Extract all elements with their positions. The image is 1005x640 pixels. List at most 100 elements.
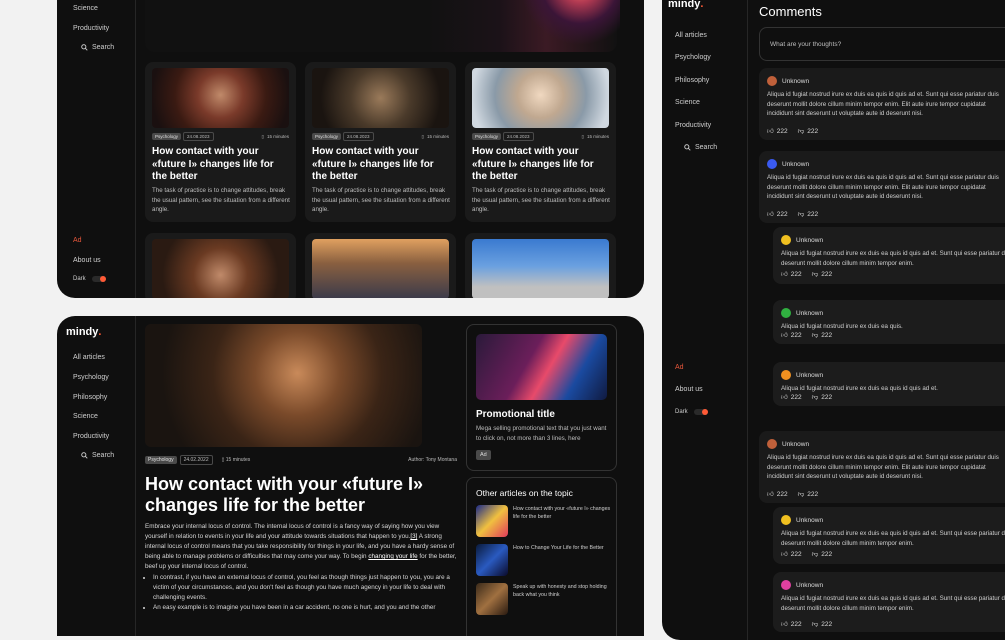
comment-item: Unknown Aliqua id fugiat nostrud irure ex…	[773, 507, 1005, 564]
sidebar-item-science[interactable]: Science	[73, 413, 98, 420]
list-item[interactable]: How contact with your «future I» changes…	[476, 505, 611, 537]
article-meta: Psychology 24.02.2022 ▯ 15 minutes Autho…	[145, 455, 457, 465]
card-title[interactable]: How contact with your «future I» changes…	[312, 146, 449, 184]
card-image	[472, 68, 609, 128]
other-articles: Other articles on the topic How contact …	[466, 477, 617, 636]
article-card[interactable]: Psychology 24.08.2023 ▯ 15 minutes How cont…	[465, 62, 616, 222]
dislike-button[interactable]: 👎︎ 222	[812, 620, 832, 629]
comment-author: Unknown	[796, 581, 824, 589]
thumbs-up-icon: 👍︎	[781, 332, 788, 339]
like-button[interactable]: 👍︎ 222	[767, 210, 788, 219]
comment-item: Unknown Aliqua id fugiat nostrud irure ex…	[759, 431, 1005, 503]
category-tag[interactable]: Psychology	[472, 133, 502, 140]
dislike-button[interactable]: 👎︎ 222	[812, 270, 832, 279]
article-card[interactable]	[465, 233, 616, 298]
sidebar-ad-link[interactable]: Ad	[73, 237, 82, 244]
sidebar-item-philosophy[interactable]: Philosophy	[73, 394, 107, 401]
dislike-button[interactable]: 👎︎ 222	[812, 550, 832, 559]
comment-text: Aliqua id fugiat nostrud irure ex duis e…	[781, 595, 1005, 612]
thumbs-up-icon: 👍︎	[781, 621, 788, 628]
like-button[interactable]: 👍︎ 222	[781, 331, 802, 340]
thumbs-up-icon: 👍︎	[767, 211, 774, 218]
card-image	[312, 239, 449, 298]
card-title[interactable]: How contact with your «future I» changes…	[472, 146, 609, 184]
like-button[interactable]: 👍︎ 222	[781, 550, 802, 559]
dislike-button[interactable]: 👎︎ 222	[797, 127, 818, 136]
sidebar-item-all-articles[interactable]: All articles	[675, 32, 707, 39]
article-title: How contact with your «future I» changes…	[145, 474, 424, 515]
comment-input[interactable]: What are your thoughts?	[759, 27, 1005, 61]
sidebar-item-philosophy[interactable]: Philosophy	[675, 77, 709, 84]
sidebar-item-about[interactable]: About us	[675, 386, 703, 393]
sidebar-search[interactable]: Search	[81, 452, 114, 459]
sidebar-item-about[interactable]: About us	[73, 257, 101, 264]
dislike-button[interactable]: 👎︎ 222	[812, 331, 832, 340]
comment-item: Unknown Aliqua id fugiat nostrud irure ex…	[759, 68, 1005, 140]
avatar[interactable]	[781, 235, 791, 245]
avatar[interactable]	[781, 308, 791, 318]
dark-mode-toggle[interactable]: Dark	[73, 276, 106, 282]
article-card[interactable]: Psychology 24.08.2023 ▯ 15 minutes How cont…	[305, 62, 456, 222]
ad-badge: Ad	[476, 450, 491, 460]
thumbs-down-icon: 👎︎	[797, 128, 805, 135]
sidebar-item-science[interactable]: Science	[675, 99, 700, 106]
article-card[interactable]: Psychology 24.08.2023 ▯ 15 minutes How cont…	[145, 62, 296, 222]
category-tag[interactable]: Psychology	[312, 133, 342, 140]
thumbs-up-icon: 👍︎	[781, 394, 788, 401]
category-tag[interactable]: Psychology	[152, 133, 182, 140]
article-card[interactable]	[145, 233, 296, 298]
like-button[interactable]: 👍︎ 222	[781, 270, 802, 279]
toggle-switch[interactable]	[91, 276, 106, 282]
card-image	[312, 68, 449, 128]
logo[interactable]: mindy.	[66, 326, 101, 338]
promo-card[interactable]: Promotional title Mega selling promotion…	[466, 324, 617, 471]
dark-mode-toggle[interactable]: Dark	[675, 409, 708, 415]
avatar[interactable]	[767, 76, 777, 86]
thumbs-down-icon: 👎︎	[811, 394, 819, 401]
dislike-button[interactable]: 👎︎ 222	[798, 490, 818, 499]
dislike-button[interactable]: 👎︎ 222	[811, 393, 832, 402]
sidebar-search[interactable]: Search	[684, 144, 717, 151]
sidebar-search[interactable]: Search	[81, 44, 114, 51]
thumbs-down-icon: 👎︎	[797, 211, 805, 218]
article-card[interactable]	[305, 233, 456, 298]
thumbs-up-icon: 👍︎	[767, 128, 774, 135]
list-item[interactable]: Speak up with honesty and stop holding b…	[476, 583, 611, 615]
avatar[interactable]	[767, 439, 777, 449]
toggle-switch[interactable]	[693, 409, 708, 415]
comment-reactions: 👍︎ 222 👎︎ 222	[767, 210, 818, 219]
like-button[interactable]: 👍︎ 222	[781, 393, 802, 402]
sidebar-item-all-articles[interactable]: All articles	[73, 354, 105, 361]
sidebar-item-productivity[interactable]: Productivity	[675, 122, 711, 129]
comment-item: Unknown Aliqua id fugiat nostrud irure ex…	[773, 227, 1005, 284]
category-tag[interactable]: Psychology	[145, 456, 177, 464]
like-button[interactable]: 👍︎ 222	[767, 490, 788, 499]
sidebar-item-psychology[interactable]: Psychology	[675, 54, 711, 61]
logo[interactable]: mindy.	[668, 0, 703, 10]
article-hero-image	[145, 324, 422, 447]
hero-banner[interactable]	[145, 0, 620, 52]
sidebar-ad-link[interactable]: Ad	[675, 364, 684, 371]
sidebar-item-productivity[interactable]: Productivity	[73, 433, 109, 440]
avatar[interactable]	[781, 515, 791, 525]
dislike-button[interactable]: 👎︎ 222	[797, 210, 818, 219]
article-body: Embrace your internal locus of control. …	[145, 522, 457, 613]
sidebar: Science Productivity Search Ad About us …	[57, 0, 136, 298]
card-title[interactable]: How contact with your «future I» changes…	[152, 146, 289, 184]
like-button[interactable]: 👍︎ 222	[781, 620, 802, 629]
book-icon: ▯	[261, 133, 264, 139]
avatar[interactable]	[781, 580, 791, 590]
sidebar-item-science[interactable]: Science	[73, 5, 98, 12]
avatar[interactable]	[767, 159, 777, 169]
avatar[interactable]	[781, 370, 791, 380]
book-icon: ▯	[221, 457, 225, 463]
like-button[interactable]: 👍︎ 222	[767, 127, 788, 136]
search-icon	[684, 144, 691, 151]
comment-text: Aliqua id fugiat nostrud irure ex duis e…	[767, 454, 999, 481]
thumbnail	[476, 505, 508, 537]
sidebar-item-psychology[interactable]: Psychology	[73, 374, 109, 381]
inline-link[interactable]: changing your life	[368, 553, 417, 560]
list-item[interactable]: How to Change Your Life for the Better	[476, 544, 611, 576]
sidebar-item-productivity[interactable]: Productivity	[73, 25, 109, 32]
comment-reactions: 👍︎ 222 👎︎ 222	[767, 490, 818, 499]
